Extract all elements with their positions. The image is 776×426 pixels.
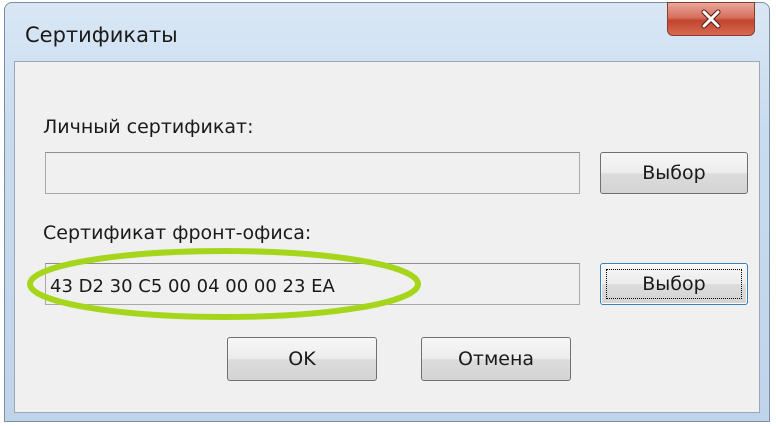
ok-button-label: OK	[288, 348, 316, 370]
ok-button[interactable]: OK	[227, 337, 377, 381]
title-bar[interactable]: Сертификаты	[5, 2, 769, 61]
personal-certificate-select-label: Выбор	[642, 162, 706, 184]
front-office-certificate-select-button[interactable]: Выбор	[600, 263, 748, 305]
cancel-button[interactable]: Отмена	[421, 337, 571, 381]
personal-certificate-field[interactable]	[45, 152, 580, 194]
window-title: Сертификаты	[25, 23, 178, 47]
front-office-certificate-label: Сертификат фронт-офиса:	[43, 222, 312, 244]
front-office-certificate-field[interactable]: 43 D2 30 C5 00 04 00 00 23 EA	[45, 263, 580, 305]
close-button[interactable]	[667, 2, 755, 36]
focus-ring	[606, 269, 742, 299]
cancel-button-label: Отмена	[457, 348, 535, 370]
personal-certificate-label: Личный сертификат:	[43, 116, 254, 138]
close-icon	[701, 9, 721, 29]
certificates-dialog: Сертификаты Личный сертификат: Выбор Сер…	[4, 2, 770, 422]
dialog-content: Личный сертификат: Выбор Сертификат фрон…	[14, 61, 760, 413]
personal-certificate-select-button[interactable]: Выбор	[600, 152, 748, 194]
